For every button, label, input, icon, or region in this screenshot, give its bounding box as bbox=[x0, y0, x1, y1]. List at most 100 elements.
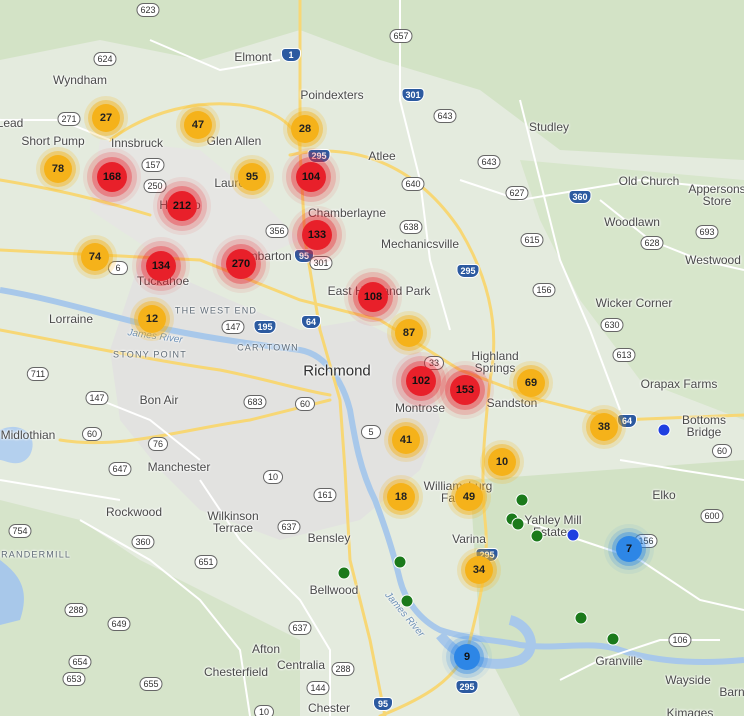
cluster-marker[interactable]: 153 bbox=[450, 375, 480, 405]
map-canvas[interactable]: Elmont Wyndham Poindexters Studley Short… bbox=[0, 0, 744, 716]
cluster-marker[interactable]: 134 bbox=[146, 251, 176, 281]
route-shield: 301 bbox=[401, 88, 425, 102]
cluster-marker[interactable]: 9 bbox=[454, 644, 480, 670]
route-shield: 630 bbox=[600, 318, 624, 332]
cluster-marker[interactable]: 102 bbox=[406, 366, 436, 396]
cluster-marker[interactable]: 7 bbox=[616, 536, 642, 562]
place-label: Barn bbox=[719, 685, 744, 699]
place-label: Bensley bbox=[307, 531, 351, 545]
cluster-marker[interactable]: 34 bbox=[465, 556, 493, 584]
route-shield: 250 bbox=[143, 179, 167, 193]
route-shield: 628 bbox=[640, 236, 664, 250]
cluster-marker[interactable]: 168 bbox=[97, 162, 127, 192]
route-shield: 627 bbox=[505, 186, 529, 200]
route-shield: 649 bbox=[107, 617, 131, 631]
place-label: Manchester bbox=[147, 460, 211, 474]
place-label: Orapax Farms bbox=[640, 377, 718, 391]
place-label: Bellwood bbox=[309, 583, 359, 597]
route-shield: 613 bbox=[612, 348, 636, 362]
location-marker[interactable] bbox=[566, 528, 580, 542]
place-label: Studley bbox=[528, 120, 570, 134]
place-label: Chester bbox=[307, 701, 351, 715]
place-label: Lead bbox=[0, 116, 24, 130]
place-label: Chesterfield bbox=[203, 665, 269, 679]
place-label: Woodlawn bbox=[604, 215, 660, 229]
place-label: Bon Air bbox=[139, 393, 179, 407]
location-marker[interactable] bbox=[574, 611, 588, 625]
place-label: Old Church bbox=[618, 174, 680, 188]
route-shield: 76 bbox=[148, 437, 168, 451]
cluster-marker[interactable]: 38 bbox=[590, 413, 618, 441]
place-label: Wyndham bbox=[53, 73, 107, 87]
cluster-marker[interactable]: 104 bbox=[296, 162, 326, 192]
route-shield: 10 bbox=[263, 470, 283, 484]
cluster-marker[interactable]: 41 bbox=[392, 426, 420, 454]
place-label: Elmont bbox=[234, 50, 272, 64]
location-marker[interactable] bbox=[606, 632, 620, 646]
route-shield: 638 bbox=[399, 220, 423, 234]
location-marker[interactable] bbox=[393, 555, 407, 569]
cluster-marker[interactable]: 18 bbox=[387, 483, 415, 511]
route-shield: 1 bbox=[281, 48, 301, 62]
cluster-marker[interactable]: 12 bbox=[138, 305, 166, 333]
cluster-marker[interactable]: 47 bbox=[184, 111, 212, 139]
cluster-marker[interactable]: 28 bbox=[291, 115, 319, 143]
location-marker[interactable] bbox=[515, 493, 529, 507]
place-label: Montrose bbox=[394, 401, 446, 415]
route-shield: 615 bbox=[520, 233, 544, 247]
location-marker[interactable] bbox=[400, 594, 414, 608]
route-shield: 271 bbox=[57, 112, 81, 126]
area-label: THE WEST END bbox=[174, 305, 258, 316]
location-marker[interactable] bbox=[511, 517, 525, 531]
place-label: Sandston bbox=[486, 396, 538, 410]
place-label: Innsbruck bbox=[110, 136, 164, 150]
cluster-marker[interactable]: 69 bbox=[517, 369, 545, 397]
area-label: CARYTOWN bbox=[237, 342, 299, 353]
cluster-marker[interactable]: 87 bbox=[395, 319, 423, 347]
route-shield: 295 bbox=[456, 264, 480, 278]
route-shield: 643 bbox=[477, 155, 501, 169]
cluster-marker[interactable]: 108 bbox=[358, 282, 388, 312]
route-shield: 657 bbox=[389, 29, 413, 43]
cluster-marker[interactable]: 74 bbox=[81, 243, 109, 271]
place-label: Elko bbox=[652, 488, 676, 502]
location-marker[interactable] bbox=[337, 566, 351, 580]
location-marker[interactable] bbox=[530, 529, 544, 543]
cluster-marker[interactable]: 95 bbox=[238, 163, 266, 191]
route-shield: 106 bbox=[668, 633, 692, 647]
cluster-marker[interactable]: 270 bbox=[226, 249, 256, 279]
route-shield: 147 bbox=[221, 320, 245, 334]
place-label: Westwood bbox=[685, 253, 741, 267]
cluster-marker[interactable]: 27 bbox=[92, 104, 120, 132]
route-shield: 157 bbox=[141, 158, 165, 172]
place-label: Rockwood bbox=[105, 505, 163, 519]
cluster-marker[interactable]: 78 bbox=[44, 155, 72, 183]
place-label: Poindexters bbox=[300, 88, 364, 102]
place-label: Centralia bbox=[276, 658, 326, 672]
cluster-marker[interactable]: 10 bbox=[488, 448, 516, 476]
place-label: Bottoms Bridge bbox=[681, 413, 726, 439]
location-marker[interactable] bbox=[657, 423, 671, 437]
route-shield: 195 bbox=[253, 320, 277, 334]
route-shield: 356 bbox=[265, 224, 289, 238]
route-shield: 288 bbox=[64, 603, 88, 617]
route-shield: 637 bbox=[288, 621, 312, 635]
route-shield: 693 bbox=[695, 225, 719, 239]
route-shield: 156 bbox=[532, 283, 556, 297]
cluster-marker[interactable]: 49 bbox=[455, 483, 483, 511]
route-shield: 147 bbox=[85, 391, 109, 405]
route-shield: 64 bbox=[301, 315, 321, 329]
place-label: Varina bbox=[452, 532, 486, 546]
area-label: STONY POINT bbox=[113, 349, 187, 360]
place-label: Short Pump bbox=[21, 134, 85, 148]
route-shield: 711 bbox=[26, 367, 50, 381]
cluster-marker[interactable]: 212 bbox=[167, 191, 197, 221]
place-label: Chamberlayne bbox=[307, 206, 387, 220]
route-shield: 95 bbox=[373, 697, 393, 711]
route-shield: 295 bbox=[307, 149, 331, 163]
cluster-marker[interactable]: 133 bbox=[302, 220, 332, 250]
route-shield: 10 bbox=[254, 705, 274, 716]
route-shield: 288 bbox=[331, 662, 355, 676]
route-shield: 754 bbox=[8, 524, 32, 538]
place-label: Wicker Corner bbox=[595, 296, 673, 310]
